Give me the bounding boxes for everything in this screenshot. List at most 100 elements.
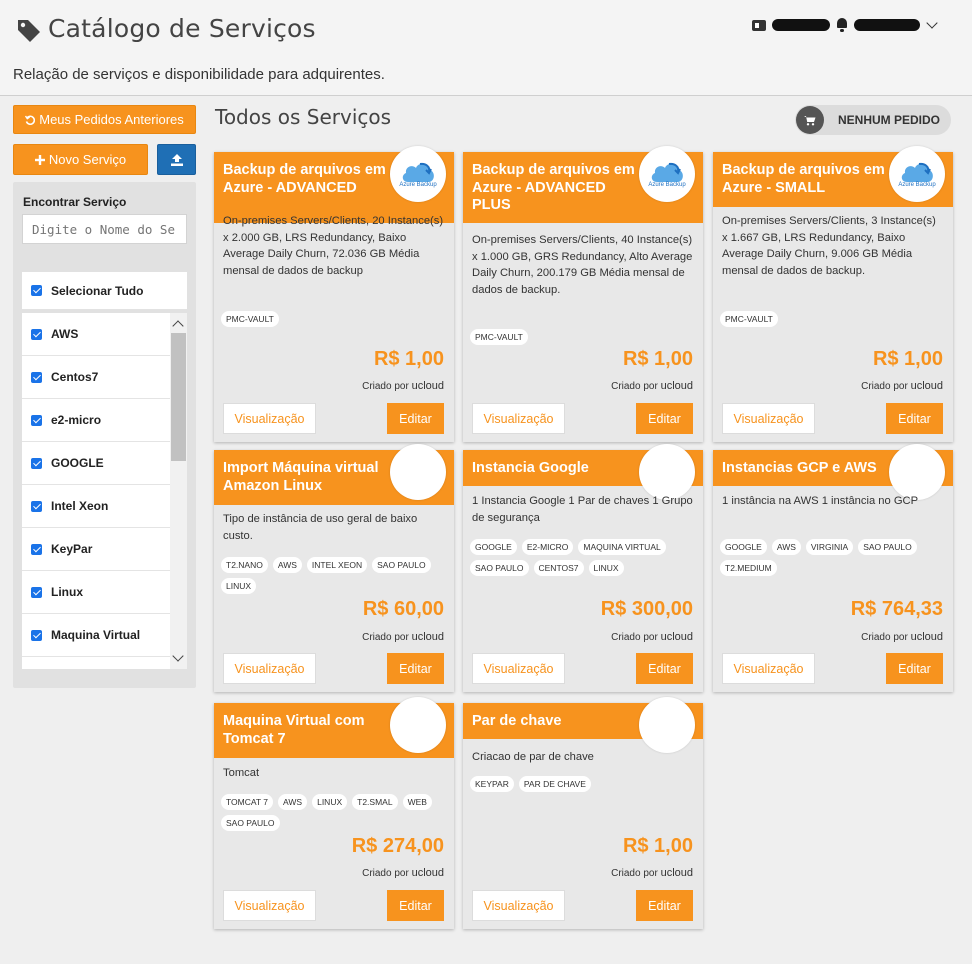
service-logo	[390, 697, 446, 753]
checkbox-checked-icon	[31, 371, 42, 383]
created-by-user: ucloud	[411, 380, 444, 392]
created-by-user: ucloud	[910, 631, 943, 643]
tag-filter-label: Maquina Virtual	[51, 628, 141, 642]
chevron-down-icon[interactable]	[926, 17, 938, 29]
created-by-prefix: Criado por	[362, 868, 409, 879]
tag-chip: AWS	[771, 539, 801, 555]
azure-backup-logo: Azure Backup	[889, 146, 945, 202]
service-card: Backup de arquivos em Azure - ADVANCED P…	[463, 146, 703, 442]
tag-filter-item[interactable]: KeyPar	[22, 528, 170, 571]
created-by-user: ucloud	[411, 631, 444, 643]
select-all-checkbox[interactable]: Selecionar Tudo	[22, 272, 187, 310]
tag-filter-label: Linux	[51, 585, 83, 599]
filter-panel: Encontrar Serviço Selecionar Tudo AWS Ce…	[13, 182, 196, 688]
created-by: Criado por ucloud	[861, 380, 943, 392]
chevron-up-icon[interactable]	[172, 320, 184, 332]
card-description: On-premises Servers/Clients, 40 Instance…	[472, 234, 693, 296]
order-status-button[interactable]: NENHUM PEDIDO	[795, 105, 951, 135]
card-description: 1 instância na AWS 1 instância no GCP	[722, 495, 919, 507]
user-menu[interactable]	[752, 17, 938, 32]
azure-backup-logo: Azure Backup	[639, 146, 695, 202]
created-by-prefix: Criado por	[861, 381, 908, 392]
created-by: Criado por ucloud	[362, 631, 444, 643]
edit-button[interactable]: Editar	[636, 890, 693, 921]
checkbox-checked-icon	[31, 414, 42, 426]
azure-backup-logo: Azure Backup	[390, 146, 446, 202]
view-button[interactable]: Visualização	[223, 890, 316, 921]
tag-filter-item[interactable]: e2-micro	[22, 399, 170, 442]
tag-filter-item[interactable]: Centos7	[22, 356, 170, 399]
select-all-label: Selecionar Tudo	[51, 283, 144, 298]
tag-list-scrollbar[interactable]	[170, 313, 187, 669]
edit-button[interactable]: Editar	[387, 890, 444, 921]
view-button[interactable]: Visualização	[472, 403, 565, 434]
view-button[interactable]: Visualização	[223, 653, 316, 684]
view-button[interactable]: Visualização	[722, 653, 815, 684]
previous-orders-label: Meus Pedidos Anteriores	[39, 112, 184, 127]
tag-chip: TOMCAT 7	[221, 794, 274, 810]
tag-filter-item[interactable]: Intel Xeon	[22, 485, 170, 528]
tag-chip: PMC-VAULT	[470, 329, 528, 345]
created-by-prefix: Criado por	[861, 632, 908, 643]
price: R$ 1,00	[872, 348, 943, 370]
tag-chip: GOOGLE	[470, 539, 517, 555]
tag-chip: INTEL XEON	[306, 557, 368, 573]
service-card: Import Máquina virtual Amazon Linux Tipo …	[214, 444, 454, 692]
edit-button[interactable]: Editar	[387, 403, 444, 434]
edit-button[interactable]: Editar	[636, 653, 693, 684]
service-search-input[interactable]	[22, 214, 187, 244]
new-service-button[interactable]: Novo Serviço	[13, 144, 148, 175]
tag-chip: GOOGLE	[720, 539, 767, 555]
tag-icon	[18, 20, 40, 42]
view-button[interactable]: Visualização	[472, 890, 565, 921]
card-description: On-premises Servers/Clients, 3 Instance(…	[722, 215, 936, 277]
tag-filter-list: AWS Centos7 e2-micro GOOGLE Intel Xeon K…	[22, 313, 187, 669]
chevron-down-icon[interactable]	[172, 650, 184, 662]
tag-chip-list: TOMCAT 7 AWS LINUX T2.SMAL WEB SAO PAULO	[221, 794, 449, 831]
previous-orders-button[interactable]: Meus Pedidos Anteriores	[13, 105, 196, 134]
tag-chip-list: GOOGLE AWS VIRGINIA SAO PAULO T2.MEDIUM	[720, 539, 948, 576]
card-description: On-premises Servers/Clients, 20 Instance…	[223, 215, 444, 277]
tag-filter-label: AWS	[51, 327, 79, 341]
view-button[interactable]: Visualização	[472, 653, 565, 684]
view-button[interactable]: Visualização	[223, 403, 316, 434]
created-by-user: ucloud	[660, 867, 693, 879]
tag-chip: PMC-VAULT	[720, 311, 778, 327]
tag-filter-item[interactable]: Linux	[22, 571, 170, 614]
tag-chip: T2.MEDIUM	[720, 560, 777, 576]
edit-button[interactable]: Editar	[886, 403, 943, 434]
find-service-label: Encontrar Serviço	[23, 195, 127, 209]
bell-icon[interactable]	[836, 18, 848, 32]
tag-chip: LINUX	[312, 794, 348, 810]
upload-button[interactable]	[157, 144, 196, 175]
checkbox-checked-icon	[31, 285, 42, 296]
edit-button[interactable]: Editar	[387, 653, 444, 684]
view-button[interactable]: Visualização	[722, 403, 815, 434]
history-icon	[25, 115, 36, 125]
tag-filter-item[interactable]: AWS	[22, 313, 170, 356]
cart-icon	[796, 106, 824, 134]
tag-chip: WEB	[402, 794, 432, 810]
created-by: Criado por ucloud	[362, 380, 444, 392]
created-by-user: ucloud	[660, 380, 693, 392]
page-title: Catálogo de Serviços	[48, 14, 316, 43]
redacted-name	[772, 19, 830, 31]
checkbox-checked-icon	[31, 586, 42, 598]
tag-filter-label: Intel Xeon	[51, 499, 109, 513]
edit-button[interactable]: Editar	[636, 403, 693, 434]
tag-filter-item[interactable]: Maquina Virtual	[22, 614, 170, 657]
checkbox-checked-icon	[31, 629, 42, 641]
tag-chip: AWS	[278, 794, 308, 810]
edit-button[interactable]: Editar	[886, 653, 943, 684]
upload-icon	[170, 153, 183, 166]
created-by-prefix: Criado por	[362, 381, 409, 392]
redacted-user	[854, 19, 920, 31]
checkbox-checked-icon	[31, 328, 42, 340]
scrollbar-thumb[interactable]	[171, 333, 186, 461]
logo-caption: Azure Backup	[648, 182, 686, 188]
tag-chip: SAO PAULO	[470, 560, 529, 576]
page-header: Catálogo de Serviços Relação de serviços…	[0, 0, 972, 96]
created-by-prefix: Criado por	[611, 632, 658, 643]
tag-filter-item[interactable]: GOOGLE	[22, 442, 170, 485]
service-logo	[639, 444, 695, 500]
